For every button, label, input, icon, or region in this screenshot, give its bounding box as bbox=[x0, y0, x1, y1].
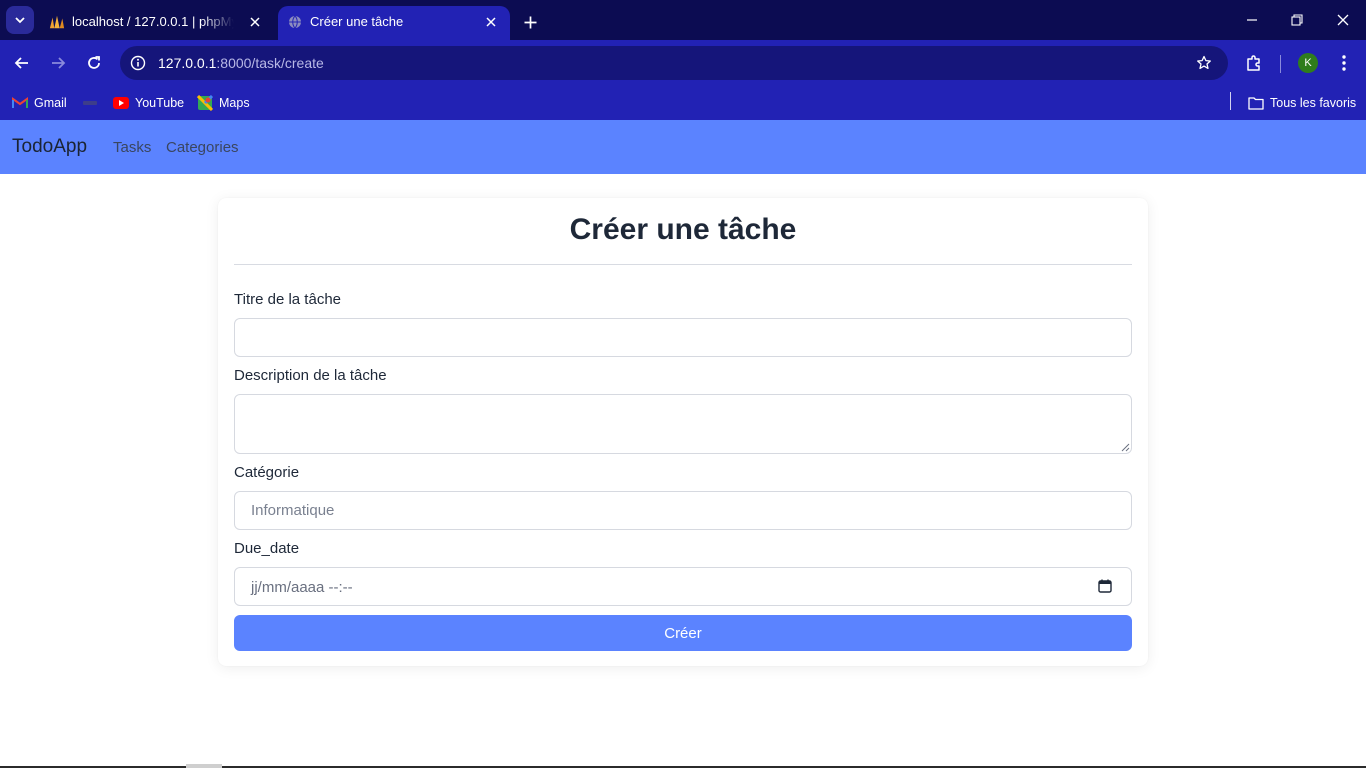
bookmark-youtube[interactable]: YouTube bbox=[113, 93, 184, 113]
minimize-icon bbox=[1247, 19, 1257, 21]
forward-button[interactable] bbox=[45, 50, 71, 76]
toolbar-divider bbox=[1280, 55, 1281, 73]
url-path: :8000/task/create bbox=[216, 55, 324, 71]
page-title: Créer une tâche bbox=[569, 213, 797, 246]
app-navbar: TodoApp Tasks Categories bbox=[0, 120, 1366, 174]
bookmark-label: YouTube bbox=[135, 96, 185, 110]
tab-search-button[interactable] bbox=[6, 6, 34, 34]
task-title-input[interactable] bbox=[234, 318, 1132, 357]
title-divider bbox=[234, 264, 1132, 265]
minimize-button[interactable] bbox=[1240, 8, 1264, 32]
all-bookmarks-label: Tous les favoris bbox=[1270, 96, 1357, 110]
tab-phpmyadmin[interactable]: localhost / 127.0.0.1 | phpMyAdmin bbox=[40, 6, 274, 40]
task-description-label: Description de la tâche bbox=[234, 367, 387, 384]
youtube-icon bbox=[113, 95, 129, 111]
bookmark-label: Maps bbox=[219, 96, 250, 110]
due-date-input[interactable]: jj/mm/aaaa --:-- bbox=[234, 567, 1132, 606]
reload-icon bbox=[88, 56, 100, 69]
phpmyadmin-icon bbox=[49, 14, 65, 30]
create-button[interactable]: Créer bbox=[234, 615, 1132, 651]
bookmark-site[interactable] bbox=[82, 93, 104, 113]
category-label: Catégorie bbox=[234, 464, 300, 481]
restore-button[interactable] bbox=[1285, 8, 1309, 32]
nav-link-tasks[interactable]: Tasks bbox=[113, 139, 151, 157]
taskbar-indicator bbox=[186, 764, 222, 768]
task-description-textarea[interactable] bbox=[234, 394, 1132, 454]
close-icon[interactable] bbox=[246, 13, 264, 31]
browser-toolbar: 127.0.0.1:8000/task/create K bbox=[0, 40, 1366, 86]
extensions-icon[interactable] bbox=[1243, 52, 1265, 74]
gmail-icon bbox=[12, 95, 28, 111]
brand-link[interactable]: TodoApp bbox=[12, 136, 87, 158]
browser-tab-strip: localhost / 127.0.0.1 | phpMyAdmin Créer… bbox=[0, 0, 1366, 40]
address-bar[interactable]: 127.0.0.1:8000/task/create bbox=[120, 46, 1228, 80]
globe-icon bbox=[287, 14, 303, 30]
due-date-label: Due_date bbox=[234, 540, 300, 557]
back-button[interactable] bbox=[9, 50, 35, 76]
site-icon bbox=[82, 95, 98, 111]
due-date-placeholder: jj/mm/aaaa --:-- bbox=[251, 579, 353, 596]
chevron-down-icon bbox=[15, 17, 25, 24]
calendar-icon[interactable] bbox=[1097, 578, 1113, 594]
maps-icon bbox=[197, 95, 213, 111]
create-task-card: Créer une tâche Titre de la tâche Descri… bbox=[218, 198, 1148, 666]
bookmarks-divider bbox=[1230, 92, 1231, 110]
url-host: 127.0.0.1 bbox=[158, 55, 217, 71]
task-title-label: Titre de la tâche bbox=[234, 291, 341, 308]
bookmark-star-icon[interactable] bbox=[1194, 53, 1214, 73]
bookmark-gmail[interactable]: Gmail bbox=[12, 93, 67, 113]
url-text: 127.0.0.1:8000/task/create bbox=[158, 55, 324, 71]
category-input[interactable] bbox=[234, 491, 1132, 530]
folder-icon bbox=[1248, 95, 1264, 111]
tab-creer-tache[interactable]: Créer une tâche bbox=[278, 6, 510, 40]
arrow-right-icon bbox=[52, 57, 66, 69]
tab-title: Créer une tâche bbox=[310, 14, 404, 29]
avatar[interactable]: K bbox=[1298, 53, 1318, 73]
restore-icon bbox=[1291, 14, 1303, 26]
task-description-wrapper bbox=[218, 394, 1148, 454]
reload-button[interactable] bbox=[81, 50, 107, 76]
nav-link-categories[interactable]: Categories bbox=[166, 139, 239, 157]
close-icon[interactable] bbox=[482, 13, 500, 31]
plus-icon bbox=[524, 16, 536, 28]
close-icon bbox=[1337, 14, 1349, 26]
new-tab-button[interactable] bbox=[518, 10, 542, 34]
tab-title: localhost / 127.0.0.1 | phpMyAdmin bbox=[72, 14, 234, 29]
resize-grip-icon[interactable] bbox=[1121, 443, 1130, 452]
arrow-left-icon bbox=[14, 57, 28, 69]
close-window-button[interactable] bbox=[1331, 8, 1355, 32]
bookmark-maps[interactable]: Maps bbox=[197, 93, 250, 113]
bookmarks-bar: Gmail YouTube Maps Tous les favoris bbox=[0, 86, 1366, 120]
bookmark-label: Gmail bbox=[34, 96, 67, 110]
all-bookmarks-button[interactable]: Tous les favoris bbox=[1248, 93, 1356, 113]
site-info-icon[interactable] bbox=[128, 53, 148, 73]
more-menu-icon[interactable] bbox=[1333, 52, 1355, 74]
